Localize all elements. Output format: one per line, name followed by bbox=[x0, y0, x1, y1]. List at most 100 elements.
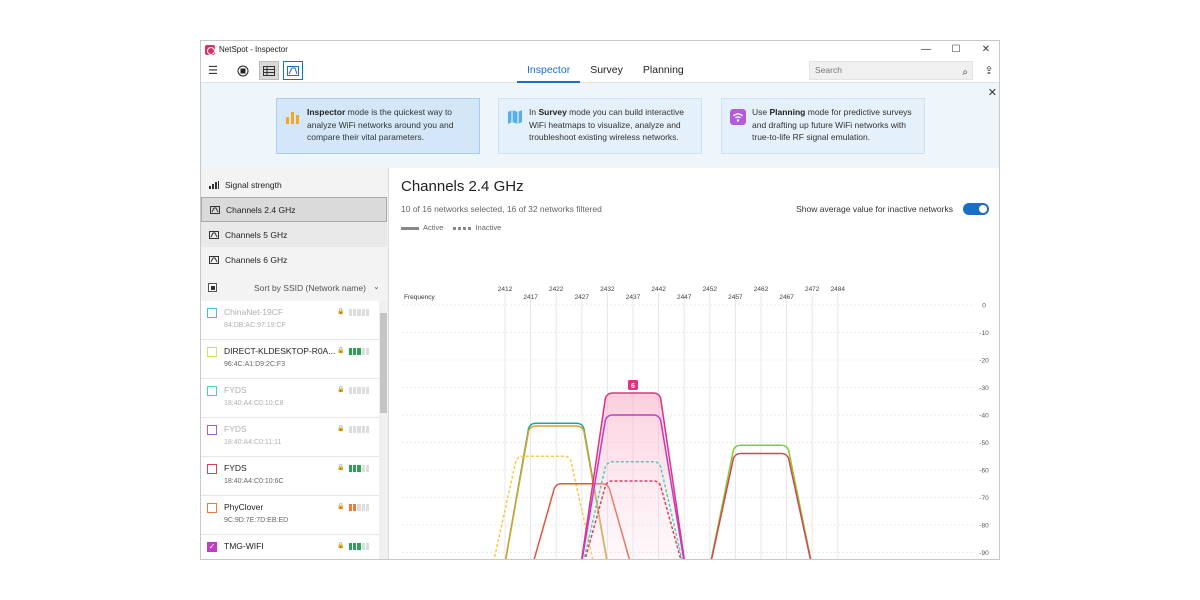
frequency-tick-label: 2462 bbox=[754, 286, 769, 293]
stop-button[interactable] bbox=[233, 61, 253, 80]
average-toggle-label: Show average value for inactive networks bbox=[796, 204, 953, 214]
mode-tabs: Inspector Survey Planning bbox=[517, 58, 694, 83]
chart-view-button[interactable] bbox=[283, 61, 303, 80]
tab-inspector[interactable]: Inspector bbox=[517, 58, 581, 83]
y-tick-label: -20 bbox=[979, 358, 989, 365]
frequency-tick-label: 2472 bbox=[805, 286, 820, 293]
search-input[interactable]: Search ⌕ bbox=[809, 61, 973, 80]
chevron-down-icon[interactable]: ⌄ bbox=[373, 282, 380, 291]
sidebar-item-label: Channels 5 GHz bbox=[225, 229, 288, 240]
sidebar: Signal strength Channels 2.4 GHz Channel… bbox=[201, 168, 389, 559]
network-ssid: TMG-WIFI bbox=[224, 541, 264, 551]
network-ssid: FYDS bbox=[224, 463, 247, 473]
average-toggle-switch[interactable] bbox=[963, 203, 989, 215]
inspector-bars-icon bbox=[286, 112, 299, 124]
signal-bars-icon bbox=[209, 180, 219, 189]
network-checkbox[interactable]: ✓ bbox=[207, 542, 217, 552]
lock-icon: 🔒 bbox=[337, 348, 345, 354]
sort-dropdown[interactable]: Sort by SSID (Network name) bbox=[254, 283, 366, 293]
chart-legend: Active Inactive bbox=[401, 223, 501, 232]
y-tick-label: 0 bbox=[982, 303, 986, 310]
planning-card-bold: Planning bbox=[769, 107, 806, 117]
lock-icon: 🔒 bbox=[337, 504, 345, 510]
signal-level-icon bbox=[349, 504, 370, 511]
toolbar: ☰ Inspector Survey Planning Search ⌕ ⇪ bbox=[201, 58, 999, 83]
sidebar-item-channels-5[interactable]: Channels 5 GHz bbox=[201, 222, 387, 247]
sidebar-item-channels-6[interactable]: Channels 6 GHz bbox=[201, 247, 387, 272]
signal-level-icon bbox=[349, 426, 370, 433]
sidebar-item-label: Signal strength bbox=[225, 179, 282, 190]
lock-icon: 🔒 bbox=[337, 426, 345, 432]
list-item[interactable]: ✓ TMG-WIFI 🔒 bbox=[201, 535, 379, 559]
network-bssid: 96:4C:A1:D9:2C:F3 bbox=[224, 361, 286, 368]
y-tick-label: -90 bbox=[979, 550, 989, 557]
table-view-button[interactable] bbox=[259, 61, 279, 80]
network-bssid: 18:40:A4:C0:11:11 bbox=[224, 439, 282, 446]
network-checkbox[interactable] bbox=[207, 503, 217, 513]
sort-row: Sort by SSID (Network name) ⌄ bbox=[201, 276, 387, 300]
lock-icon: 🔒 bbox=[337, 465, 345, 471]
list-item[interactable]: FYDS 18:40:A4:C0:11:11 🔒 bbox=[201, 418, 379, 457]
network-checkbox[interactable] bbox=[207, 425, 217, 435]
list-item[interactable]: FYDS 18:40:A4:C0:10:C8 🔒 bbox=[201, 379, 379, 418]
frequency-tick-label: 2467 bbox=[779, 294, 794, 301]
y-tick-label: -10 bbox=[979, 330, 989, 337]
menu-icon[interactable]: ☰ bbox=[203, 61, 223, 80]
lock-icon: 🔒 bbox=[337, 309, 345, 315]
select-all-checkbox[interactable] bbox=[208, 283, 217, 292]
channel-chart-icon bbox=[209, 230, 219, 239]
survey-map-icon bbox=[508, 110, 522, 124]
y-tick-label: -70 bbox=[979, 495, 989, 502]
frequency-tick-label: 2432 bbox=[600, 286, 615, 293]
close-window-button[interactable]: ✕ bbox=[971, 41, 999, 58]
chart-icon bbox=[287, 65, 299, 76]
sidebar-item-channels-2-4[interactable]: Channels 2.4 GHz bbox=[201, 197, 387, 222]
app-logo-icon bbox=[205, 44, 215, 55]
frequency-tick-label: 2457 bbox=[728, 294, 743, 301]
title-bar: NetSpot - Inspector — ☐ ✕ bbox=[201, 41, 999, 58]
network-ssid: FYDS bbox=[224, 424, 247, 434]
y-tick-label: -30 bbox=[979, 385, 989, 392]
list-item[interactable]: FYDS 18:40:A4:C0:10:6C 🔒 bbox=[201, 457, 379, 496]
planning-card-pre: Use bbox=[752, 107, 770, 117]
frequency-tick-label: 2437 bbox=[626, 294, 641, 301]
share-icon[interactable]: ⇪ bbox=[979, 61, 999, 80]
stop-icon bbox=[237, 65, 249, 76]
signal-level-icon bbox=[349, 465, 370, 472]
sidebar-item-signal-strength[interactable]: Signal strength bbox=[201, 172, 387, 197]
network-checkbox[interactable] bbox=[207, 386, 217, 396]
planning-wifi-icon bbox=[730, 109, 746, 125]
tab-survey[interactable]: Survey bbox=[580, 58, 633, 83]
y-tick-label: -60 bbox=[979, 468, 989, 475]
list-item[interactable]: PhyClover 9C:9D:7E:7D:EB:ED 🔒 bbox=[201, 496, 379, 535]
network-list-scrollbar[interactable] bbox=[379, 301, 388, 559]
tab-planning[interactable]: Planning bbox=[633, 58, 694, 83]
network-bssid: 84:DB:AC:97:19:CF bbox=[224, 322, 286, 329]
channel-chart-icon bbox=[209, 255, 219, 264]
table-icon bbox=[263, 65, 275, 76]
list-item[interactable]: DIRECT-KLDESKTOP-R0A... 96:4C:A1:D9:2C:F3… bbox=[201, 340, 379, 379]
app-window: NetSpot - Inspector — ☐ ✕ ☰ Inspector Su… bbox=[200, 40, 1000, 560]
network-list: ChinaNet-19CF 84:DB:AC:97:19:CF 🔒 DIRECT-KL… bbox=[201, 301, 379, 559]
network-checkbox[interactable] bbox=[207, 308, 217, 318]
signal-level-icon bbox=[349, 543, 370, 550]
lock-icon: 🔒 bbox=[337, 543, 345, 549]
legend-inactive-label: Inactive bbox=[475, 223, 502, 232]
planning-info-card: Use Planning mode for predictive surveys… bbox=[721, 98, 925, 154]
frequency-tick-label: 2412 bbox=[498, 286, 513, 293]
network-bssid: 18:40:A4:C0:10:6C bbox=[224, 478, 284, 485]
network-bssid: 18:40:A4:C0:10:C8 bbox=[224, 400, 284, 407]
network-checkbox[interactable] bbox=[207, 464, 217, 474]
maximize-button[interactable]: ☐ bbox=[941, 41, 971, 58]
search-icon[interactable]: ⌕ bbox=[962, 64, 968, 81]
scrollbar-thumb[interactable] bbox=[380, 313, 387, 413]
signal-level-icon bbox=[349, 348, 370, 355]
network-checkbox[interactable] bbox=[207, 347, 217, 357]
window-controls: — ☐ ✕ bbox=[911, 41, 999, 58]
main-panel: 0-10-20-30-40-50-60-70-80-90241212417224… bbox=[390, 168, 999, 559]
banner-close-icon[interactable]: ✕ bbox=[988, 86, 997, 99]
channel-chart-icon bbox=[210, 205, 220, 214]
minimize-button[interactable]: — bbox=[911, 41, 941, 58]
list-item[interactable]: ChinaNet-19CF 84:DB:AC:97:19:CF 🔒 bbox=[201, 301, 379, 340]
signal-level-icon bbox=[349, 387, 370, 394]
